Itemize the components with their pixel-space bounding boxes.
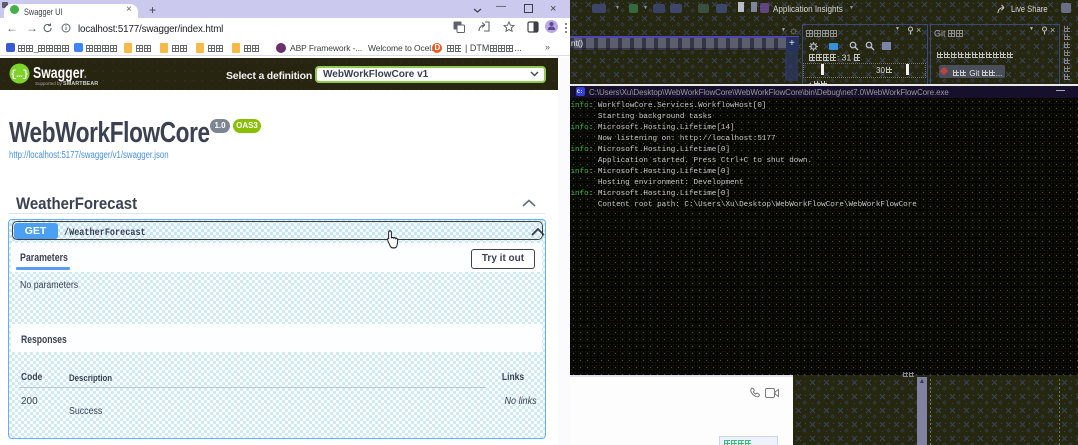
svg-text:{…}: {…}	[10, 69, 28, 81]
